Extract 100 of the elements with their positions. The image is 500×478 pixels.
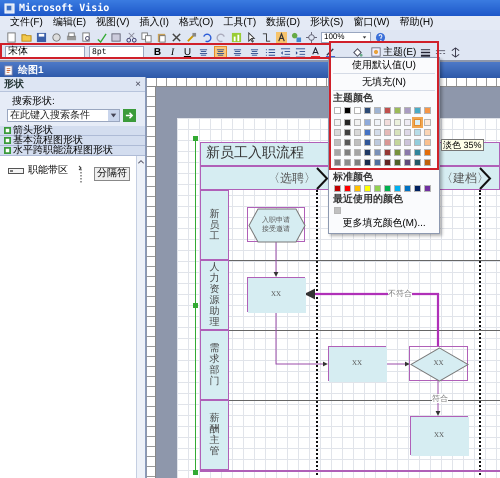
color-swatch[interactable]	[404, 159, 411, 166]
color-swatch[interactable]	[394, 159, 401, 166]
color-swatch[interactable]	[374, 159, 381, 166]
selection-handle[interactable]	[193, 136, 198, 141]
menu-item[interactable]: 帮助(H)	[400, 17, 434, 29]
selection-handle[interactable]	[193, 303, 198, 308]
color-swatch[interactable]	[334, 129, 341, 136]
zoom-field[interactable]: 100%	[321, 32, 371, 42]
help-icon[interactable]	[375, 32, 386, 42]
color-swatch[interactable]	[334, 185, 341, 192]
color-swatch[interactable]	[424, 107, 431, 114]
theme-icon[interactable]	[371, 47, 381, 57]
print-icon[interactable]	[66, 32, 77, 42]
scrollbar[interactable]	[136, 156, 145, 478]
color-swatch[interactable]	[354, 129, 361, 136]
menu-item[interactable]: 文件(F)	[10, 17, 43, 29]
italic-button[interactable]: I	[167, 46, 178, 58]
color-swatch[interactable]	[374, 107, 381, 114]
color-swatch[interactable]	[364, 139, 371, 146]
line-weight-icon[interactable]	[420, 46, 432, 58]
connector-icon[interactable]	[261, 32, 272, 42]
spelling-icon[interactable]	[96, 32, 107, 42]
menu-item[interactable]: 无填充(N)	[333, 74, 435, 91]
color-swatch[interactable]	[334, 139, 341, 146]
menu-item[interactable]: 工具(T)	[223, 17, 256, 29]
search-button[interactable]	[123, 109, 136, 122]
color-swatch[interactable]	[374, 185, 381, 192]
color-swatch[interactable]	[394, 119, 401, 126]
color-swatch[interactable]	[424, 185, 431, 192]
color-swatch[interactable]	[384, 149, 391, 156]
redo-icon[interactable]	[216, 32, 227, 42]
stencil-item[interactable]: 基本流程图形状	[0, 136, 145, 146]
font-field[interactable]: 宋体	[5, 46, 85, 58]
print-preview-icon[interactable]	[81, 32, 92, 42]
bullet-list-icon[interactable]	[265, 46, 276, 58]
document-icon[interactable]	[3, 64, 14, 76]
line-ends-icon[interactable]	[450, 46, 462, 58]
color-swatch[interactable]	[354, 159, 361, 166]
color-swatch[interactable]	[414, 185, 421, 192]
underline-button[interactable]: U	[182, 46, 193, 58]
color-swatch[interactable]	[354, 139, 361, 146]
color-swatch[interactable]	[344, 119, 351, 126]
permission-icon[interactable]	[51, 32, 62, 42]
color-swatch[interactable]	[334, 149, 341, 156]
color-swatch[interactable]	[374, 129, 381, 136]
menu-item[interactable]: 使用默认值(U)	[333, 58, 435, 74]
color-swatch[interactable]	[414, 129, 421, 136]
color-swatch[interactable]	[334, 159, 341, 166]
align-center-button[interactable]	[214, 46, 227, 58]
color-swatch[interactable]	[394, 107, 401, 114]
copy-icon[interactable]	[141, 32, 152, 42]
text-tool-icon[interactable]	[276, 32, 287, 42]
pointer-icon[interactable]	[246, 32, 257, 42]
color-swatch[interactable]	[344, 149, 351, 156]
new-document-icon[interactable]	[6, 32, 17, 42]
cut-icon[interactable]	[126, 32, 137, 42]
color-swatch[interactable]	[384, 185, 391, 192]
color-swatch[interactable]	[334, 107, 341, 114]
app-icon[interactable]	[4, 2, 15, 14]
color-swatch[interactable]	[384, 129, 391, 136]
color-swatch[interactable]	[394, 185, 401, 192]
decrease-indent-icon[interactable]	[280, 46, 291, 58]
color-swatch[interactable]	[364, 107, 371, 114]
close-button[interactable]: ×	[135, 76, 141, 92]
color-swatch[interactable]	[364, 129, 371, 136]
color-swatch[interactable]	[354, 107, 361, 114]
color-swatch[interactable]	[404, 139, 411, 146]
format-painter-icon[interactable]	[186, 32, 197, 42]
menu-item[interactable]: 数据(D)	[266, 17, 300, 29]
dropdown-arrow-icon[interactable]	[361, 34, 368, 40]
color-swatch[interactable]	[344, 139, 351, 146]
menu-item[interactable]: 格式(O)	[178, 17, 214, 29]
color-swatch[interactable]	[374, 119, 381, 126]
color-swatch[interactable]	[344, 129, 351, 136]
color-swatch[interactable]	[424, 129, 431, 136]
menu-item[interactable]: 视图(V)	[96, 17, 130, 29]
color-swatch[interactable]	[414, 139, 421, 146]
color-swatch[interactable]	[354, 185, 361, 192]
stencil-item[interactable]: 箭头形状	[0, 126, 145, 136]
color-swatch[interactable]	[404, 185, 411, 192]
theme-button[interactable]: 主题(E)	[371, 46, 416, 58]
color-swatch[interactable]	[424, 139, 431, 146]
color-swatch[interactable]	[384, 107, 391, 114]
save-icon[interactable]	[36, 32, 47, 42]
color-swatch[interactable]	[394, 139, 401, 146]
size-field[interactable]: 8pt	[89, 46, 144, 58]
color-swatch[interactable]	[384, 139, 391, 146]
color-swatch[interactable]	[344, 185, 351, 192]
menu-item[interactable]: 更多填充颜色(M)...	[333, 217, 435, 231]
color-swatch[interactable]	[374, 139, 381, 146]
paste-icon[interactable]	[156, 32, 167, 42]
color-swatch[interactable]	[404, 119, 411, 126]
menu-item[interactable]: 窗口(W)	[353, 17, 390, 29]
color-swatch[interactable]	[394, 149, 401, 156]
pan-zoom-icon[interactable]	[306, 32, 317, 42]
chart-icon[interactable]	[231, 32, 242, 42]
color-swatch[interactable]	[374, 149, 381, 156]
color-swatch[interactable]	[414, 159, 421, 166]
undo-icon[interactable]	[201, 32, 212, 42]
bold-button[interactable]: B	[152, 46, 163, 58]
